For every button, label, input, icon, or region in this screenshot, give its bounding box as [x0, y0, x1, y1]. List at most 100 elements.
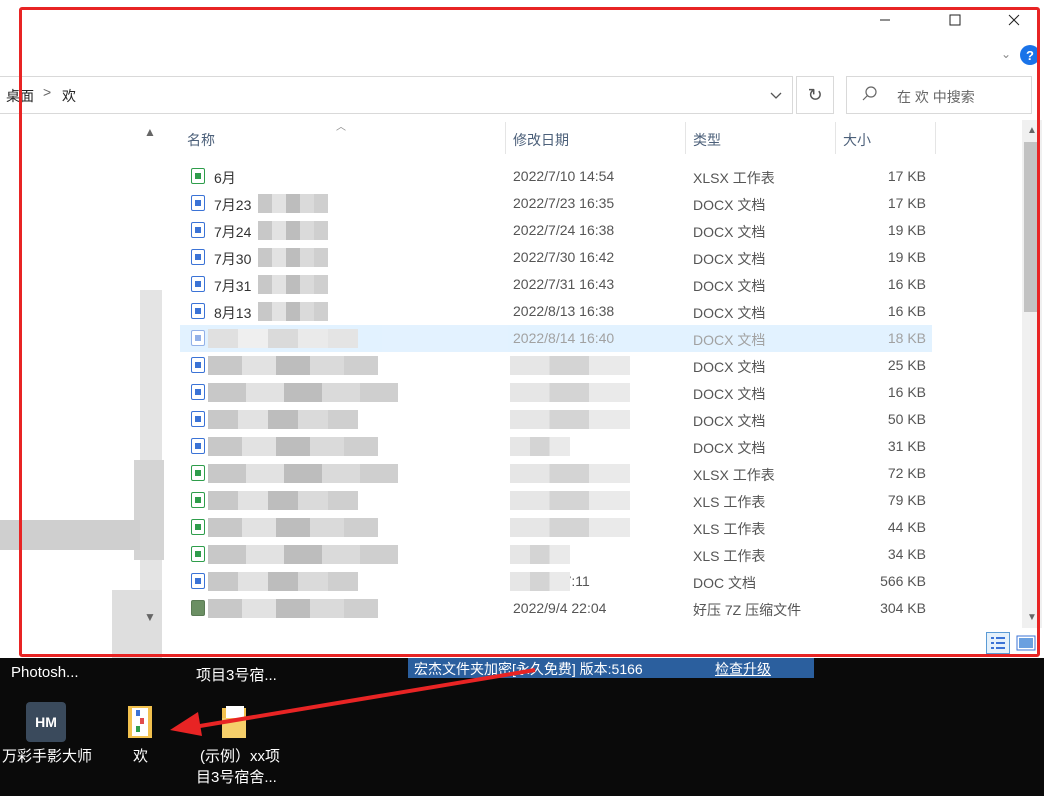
file-type: DOCX 文档 — [693, 413, 766, 429]
file-row[interactable]: 7月30 2022/7/30 16:42 DOCX 文档 19 KB — [180, 244, 932, 271]
desktop-label-example-line1[interactable]: (示例）xx项 — [200, 745, 280, 766]
navigation-pane[interactable] — [0, 120, 164, 730]
column-separator[interactable] — [935, 122, 936, 154]
redacted-mosaic — [258, 248, 328, 267]
docx-icon — [191, 357, 205, 373]
help-icon[interactable]: ? — [1020, 45, 1040, 65]
file-type: DOCX 文档 — [693, 332, 766, 348]
file-row[interactable]: 7月23 2022/7/23 16:35 DOCX 文档 17 KB — [180, 190, 932, 217]
large-icons-view-button[interactable] — [1014, 632, 1038, 654]
scroll-up-icon[interactable]: ▲ — [1022, 122, 1042, 138]
file-row[interactable]: XLS 工作表 79 KB — [180, 487, 932, 514]
file-size: 31 KB — [887, 438, 926, 454]
desktop-label-wancai[interactable]: 万彩手影大师 — [2, 745, 92, 766]
column-header-size[interactable]: 大小 — [843, 130, 871, 150]
details-view-icon — [991, 637, 1005, 649]
column-separator[interactable] — [835, 122, 836, 154]
nav-scroll-up-icon[interactable]: ▲ — [140, 122, 160, 142]
file-size: 34 KB — [887, 546, 926, 562]
file-type: DOC 文档 — [693, 575, 756, 591]
redacted-mosaic — [208, 572, 358, 591]
file-type: XLSX 工作表 — [693, 467, 775, 483]
redacted-mosaic — [510, 437, 570, 456]
column-header-name[interactable]: 名称 — [187, 130, 215, 150]
breadcrumb-current-folder[interactable]: 欢 — [62, 86, 76, 106]
docx-icon — [191, 222, 205, 238]
app-badge-text: HM — [35, 714, 57, 730]
file-size: 16 KB — [887, 303, 926, 319]
file-type: 好压 7Z 压缩文件 — [693, 602, 802, 618]
docx-icon — [191, 384, 205, 400]
address-bar[interactable] — [0, 76, 793, 114]
redacted-mosaic — [208, 437, 378, 456]
file-type: XLSX 工作表 — [693, 170, 775, 186]
file-row[interactable]: 7月31 2022/7/31 16:43 DOCX 文档 16 KB — [180, 271, 932, 298]
file-date: 2022/7/24 16:38 — [513, 222, 615, 238]
file-row[interactable]: 1:09XLS 工作表34 KB — [180, 541, 932, 568]
docx-icon — [191, 573, 205, 589]
file-name: 7月31 — [214, 278, 252, 294]
file-row[interactable]: 7月24 2022/7/24 16:38 DOCX 文档 19 KB — [180, 217, 932, 244]
file-date: 2022/7/30 16:42 — [513, 249, 615, 265]
column-separator[interactable] — [685, 122, 686, 154]
column-separator[interactable] — [505, 122, 506, 154]
breadcrumb-desktop[interactable]: 桌面 — [6, 86, 34, 106]
xlsx-icon — [191, 546, 205, 562]
file-row[interactable]: 2022/9/4 22:04 好压 7Z 压缩文件 304 KB — [180, 595, 932, 622]
scroll-down-icon[interactable]: ▼ — [1022, 609, 1042, 625]
file-row[interactable]: 8月13 2022/8/13 16:38 DOCX 文档 16 KB — [180, 298, 932, 325]
file-row[interactable]: 6月 2022/7/10 14:54 XLSX 工作表 17 KB — [180, 163, 932, 190]
nav-scroll-down-icon[interactable]: ▼ — [140, 607, 160, 627]
file-type: DOCX 文档 — [693, 224, 766, 240]
folder-zip-icon[interactable] — [126, 704, 156, 740]
details-view-button[interactable] — [986, 632, 1010, 654]
file-row[interactable]: 16:58DOCX 文档31 KB — [180, 433, 932, 460]
redacted-mosaic — [258, 302, 328, 321]
file-row[interactable]: DOCX 文档 16 KB — [180, 379, 932, 406]
file-date: 2022/7/10 14:54 — [513, 168, 615, 184]
annotation-arrow — [170, 668, 536, 736]
file-row[interactable]: XLSX 工作表 72 KB — [180, 460, 932, 487]
desktop-label-photoshop[interactable]: Photosh... — [11, 664, 79, 681]
xlsx-icon — [191, 492, 205, 508]
breadcrumb-separator-icon[interactable]: > — [43, 84, 51, 100]
file-size: 18 KB — [887, 330, 926, 346]
file-size: 19 KB — [887, 222, 926, 238]
redacted-mosaic — [208, 329, 358, 348]
column-header-type[interactable]: 类型 — [693, 130, 721, 150]
address-dropdown-icon[interactable] — [766, 86, 786, 106]
file-name: 8月13 — [214, 305, 252, 321]
file-size: 50 KB — [887, 411, 926, 427]
redacted-mosaic — [208, 383, 398, 402]
close-icon — [1008, 14, 1020, 26]
file-row[interactable]: XLS 工作表 44 KB — [180, 514, 932, 541]
file-row[interactable]: DOCX 文档 25 KB — [180, 352, 932, 379]
file-row[interactable]: DOCX 文档 50 KB — [180, 406, 932, 433]
wancai-app-icon[interactable]: HM — [26, 702, 66, 742]
scrollbar-thumb[interactable] — [1024, 142, 1038, 312]
file-name: 7月23 — [214, 197, 252, 213]
redacted-mosaic — [510, 356, 630, 375]
xlsx-icon — [191, 168, 205, 184]
file-size: 304 KB — [880, 600, 926, 616]
refresh-button[interactable]: ↻ — [796, 76, 834, 114]
ribbon-expand-chevron-icon[interactable]: ⌄ — [996, 44, 1016, 64]
file-row[interactable]: 2/7/10 17:11DOC 文档566 KB — [180, 568, 932, 595]
minimize-button[interactable] — [862, 0, 908, 40]
maximize-button[interactable] — [932, 0, 978, 40]
file-type: XLS 工作表 — [693, 521, 766, 537]
file-name: 7月24 — [214, 224, 252, 240]
desktop-label-folder[interactable]: 欢 — [133, 745, 148, 766]
redacted-mosaic — [208, 599, 378, 618]
close-button[interactable] — [991, 0, 1037, 40]
file-size: 72 KB — [887, 465, 926, 481]
file-date: 2022/8/13 16:38 — [513, 303, 615, 319]
xlsx-icon — [191, 519, 205, 535]
check-update-link[interactable]: 检查升级 — [715, 659, 771, 679]
column-header-date[interactable]: 修改日期 — [513, 130, 569, 150]
file-size: 44 KB — [887, 519, 926, 535]
file-size: 19 KB — [887, 249, 926, 265]
maximize-icon — [949, 14, 961, 26]
desktop-label-example-line2[interactable]: 目3号宿舍... — [196, 766, 277, 787]
file-row[interactable]: 2022/8/14 16:40 DOCX 文档 18 KB — [180, 325, 932, 352]
